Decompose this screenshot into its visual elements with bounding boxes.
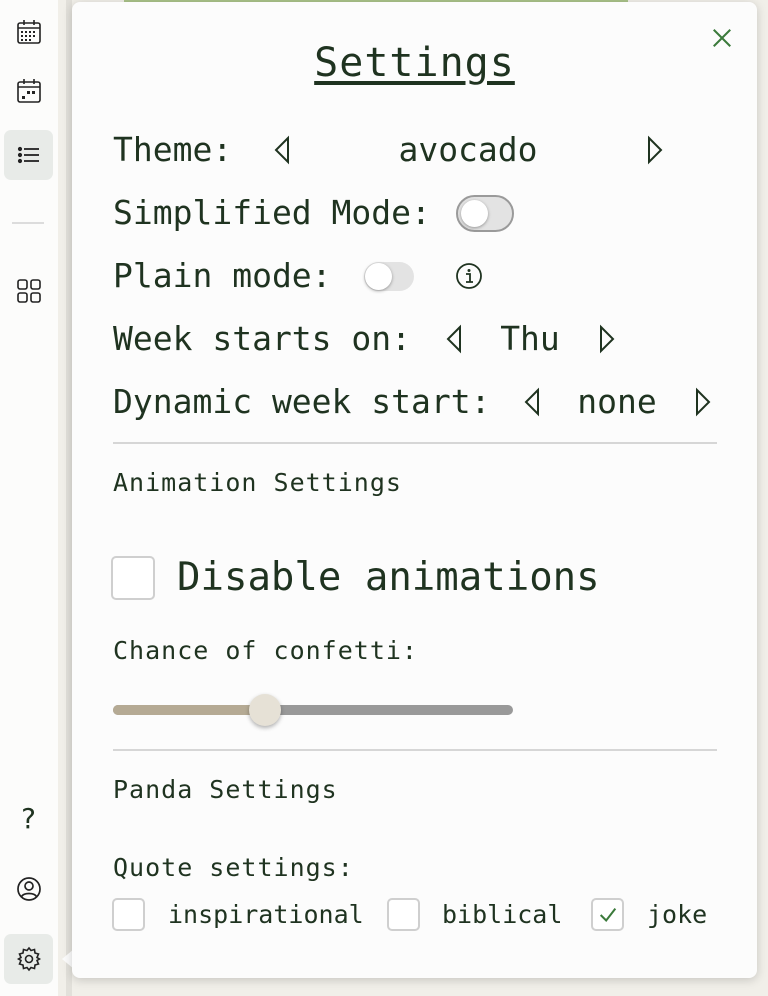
confetti-slider[interactable]: [113, 694, 513, 726]
sidebar-divider: [12, 222, 44, 224]
chevron-right-icon: [648, 135, 663, 165]
dynamic-week-start-value: none: [577, 382, 657, 421]
week-start-label: Week starts on:: [113, 319, 412, 358]
week-start-prev-button[interactable]: [443, 323, 465, 355]
theme-next-button[interactable]: [644, 134, 666, 166]
simplified-mode-label: Simplified Mode:: [113, 193, 431, 232]
quote-checkbox-joke[interactable]: [591, 898, 624, 931]
confetti-chance-label: Chance of confetti:: [113, 636, 418, 665]
disable-animations-label: Disable animations: [177, 555, 600, 600]
account-icon[interactable]: [4, 864, 53, 914]
simplified-mode-toggle[interactable]: [456, 195, 514, 232]
animation-settings-heading: Animation Settings: [113, 468, 402, 497]
disable-animations-checkbox[interactable]: [111, 556, 155, 600]
chevron-right-icon: [696, 387, 711, 417]
grid-icon[interactable]: [4, 266, 53, 316]
settings-title: Settings: [314, 40, 515, 86]
dynamic-week-start-next-button[interactable]: [692, 386, 714, 418]
calendar-month-icon[interactable]: [4, 7, 53, 57]
toggle-knob: [365, 263, 392, 290]
theme-label: Theme:: [113, 130, 233, 169]
dynamic-week-start-label: Dynamic week start:: [113, 382, 491, 421]
info-icon[interactable]: [455, 262, 483, 290]
slider-thumb[interactable]: [249, 694, 281, 726]
quote-checkbox-inspirational[interactable]: [112, 898, 145, 931]
plain-mode-toggle[interactable]: [364, 262, 414, 291]
quote-label-biblical: biblical: [442, 900, 563, 929]
settings-panel: Settings Theme: avocado Simplified Mode:…: [72, 2, 757, 978]
chevron-left-icon: [524, 387, 539, 417]
settings-gear-icon[interactable]: [4, 934, 53, 984]
toggle-knob: [461, 200, 488, 227]
sidebar: ?: [0, 0, 58, 996]
theme-value: avocado: [398, 130, 538, 169]
chevron-left-icon: [446, 324, 461, 354]
quote-label-joke: joke: [647, 900, 708, 929]
help-glyph: ?: [21, 801, 36, 835]
plain-mode-label: Plain mode:: [113, 256, 332, 295]
help-icon[interactable]: ?: [4, 793, 53, 843]
list-icon[interactable]: [4, 130, 53, 180]
dynamic-week-start-prev-button[interactable]: [521, 386, 543, 418]
chevron-left-icon: [274, 135, 289, 165]
quote-checkbox-biblical[interactable]: [387, 898, 420, 931]
slider-fill: [113, 705, 265, 715]
chevron-right-icon: [600, 324, 615, 354]
calendar-week-icon[interactable]: [4, 66, 53, 116]
week-start-value: Thu: [500, 319, 560, 358]
panda-settings-heading: Panda Settings: [113, 775, 338, 804]
divider: [113, 442, 717, 444]
checkmark-icon: [599, 907, 616, 922]
divider: [113, 749, 717, 751]
theme-prev-button[interactable]: [271, 134, 293, 166]
quote-settings-label: Quote settings:: [113, 853, 354, 882]
quote-label-inspirational: inspirational: [168, 900, 364, 929]
week-start-next-button[interactable]: [596, 323, 618, 355]
